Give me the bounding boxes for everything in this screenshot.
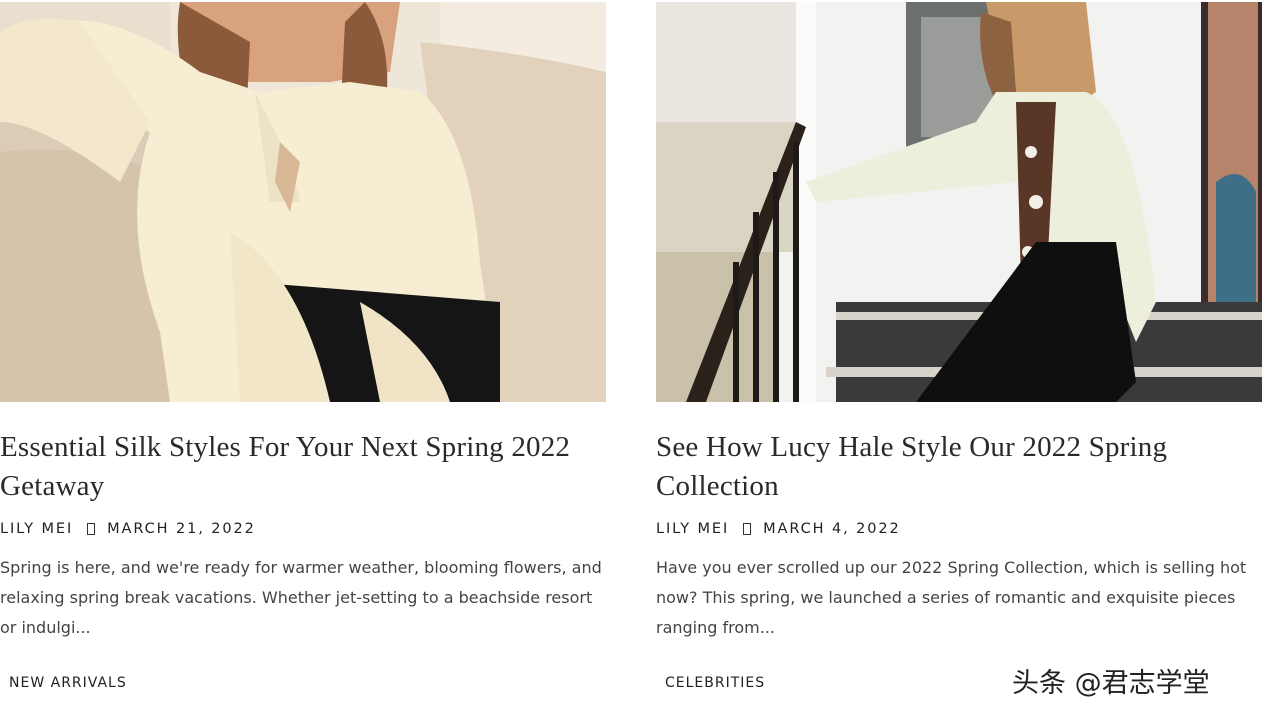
post-excerpt: Have you ever scrolled up our 2022 Sprin… (656, 558, 1247, 637)
post-meta: LILY MEI MARCH 21, 2022 (0, 519, 256, 539)
post-image (0, 2, 606, 402)
post-author[interactable]: LILY MEI (0, 521, 73, 537)
category-tag-new-arrivals[interactable]: NEW ARRIVALS (9, 675, 127, 691)
post-author[interactable]: LILY MEI (656, 521, 729, 537)
category-tag-celebrities[interactable]: CELEBRITIES (665, 675, 765, 691)
post-title[interactable]: See How Lucy Hale Style Our 2022 Spring … (656, 428, 1262, 506)
post-meta: LILY MEI MARCH 4, 2022 (656, 519, 901, 539)
calendar-icon (743, 523, 752, 535)
post-thumbnail[interactable] (0, 2, 606, 402)
watermark: 头条 @君志学堂 (1012, 668, 1210, 699)
post-image (656, 2, 1262, 402)
post-thumbnail[interactable] (656, 2, 1262, 402)
post-excerpt: Spring is here, and we're ready for warm… (0, 558, 602, 637)
post-date: MARCH 21, 2022 (107, 521, 256, 537)
post-title[interactable]: Essential Silk Styles For Your Next Spri… (0, 428, 606, 506)
post-date: MARCH 4, 2022 (763, 521, 901, 537)
calendar-icon (87, 523, 96, 535)
